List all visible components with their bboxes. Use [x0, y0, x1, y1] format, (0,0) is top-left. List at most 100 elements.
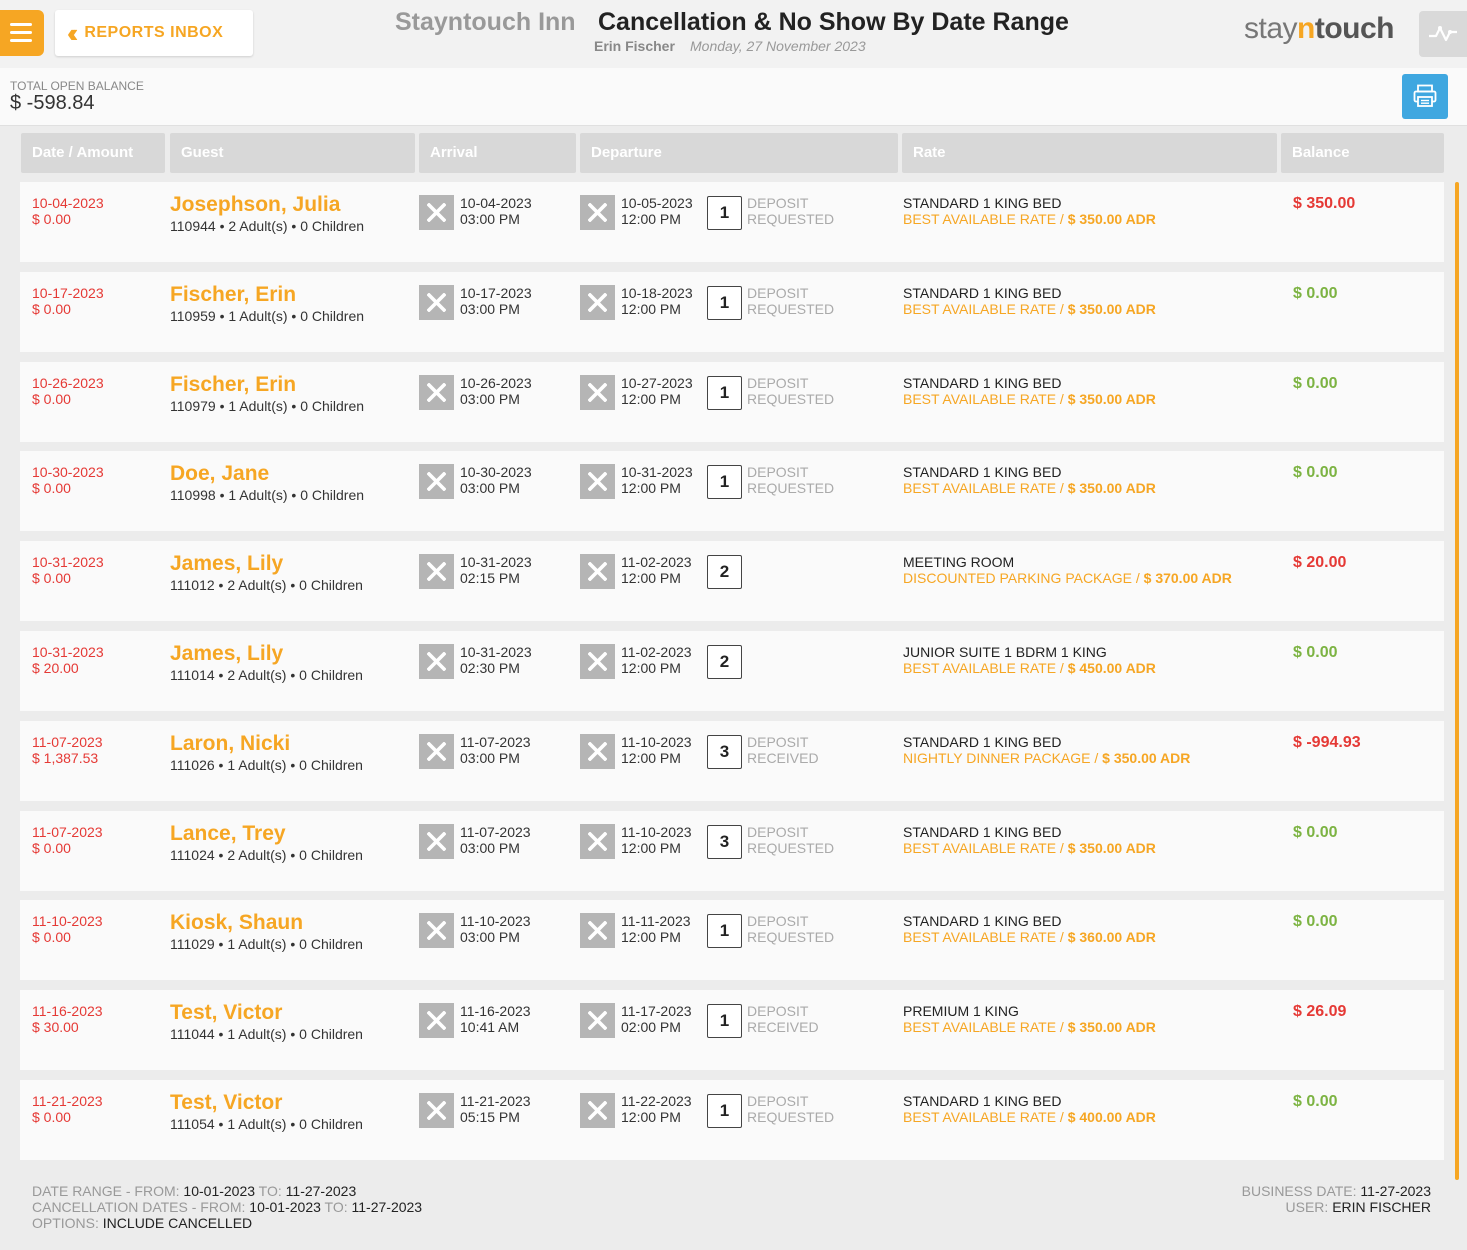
activity-icon — [1429, 26, 1457, 42]
reservation-number: 111044 — [170, 1026, 215, 1043]
guest-cell: Josephson, Julia 110944 • 2 Adult(s) • 0 … — [170, 192, 364, 234]
table-row[interactable]: 10-31-2023 $ 20.00 James, Lily 111014 • 2 A… — [20, 630, 1444, 711]
guest-name-link[interactable]: Test, Victor — [170, 1000, 363, 1026]
departure-time: 12:00 PM — [621, 839, 681, 856]
rate-adr: $ 350.00 ADR — [1067, 300, 1156, 317]
children-count: 0 Children — [299, 936, 363, 953]
close-x-icon — [580, 284, 615, 320]
reservation-number: 111012 — [170, 577, 215, 594]
table-row[interactable]: 11-16-2023 $ 30.00 Test, Victor 111044 • 1 … — [20, 990, 1444, 1071]
guest-name-link[interactable]: Josephson, Julia — [170, 192, 364, 218]
cancel-date: 10-31-2023 — [32, 643, 104, 660]
room-type: STANDARD 1 KING BED — [903, 823, 1062, 840]
guest-info: 110959 • 1 Adult(s) • 0 Children — [170, 307, 365, 324]
guest-name-link[interactable]: Fischer, Erin — [170, 372, 364, 398]
reports-inbox-button[interactable]: ‹‹ REPORTS INBOX — [55, 10, 253, 56]
column-header-date-amount[interactable]: Date / Amount — [21, 133, 165, 173]
departure-cell: 11-10-2023 12:00 PM — [621, 824, 692, 856]
deposit-status: DEPOSIT REQUESTED — [747, 284, 835, 317]
guest-name-link[interactable]: Fischer, Erin — [170, 282, 364, 308]
activity-button[interactable] — [1419, 11, 1467, 57]
rate-name: BEST AVAILABLE RATE / $ 350.00 ADR — [903, 1019, 1156, 1036]
table-row[interactable]: 10-31-2023 $ 0.00 James, Lily 111012 • 2 Ad… — [20, 541, 1444, 622]
room-type: PREMIUM 1 KING — [903, 1003, 1019, 1020]
column-header-balance[interactable]: Balance — [1281, 133, 1444, 173]
cancel-date: 11-07-2023 — [32, 823, 103, 840]
arrival-time: 05:15 PM — [460, 1108, 520, 1125]
reports-inbox-label: REPORTS INBOX — [84, 24, 224, 41]
guest-name-link[interactable]: Kiosk, Shaun — [170, 910, 363, 936]
guest-cell: Test, Victor 111054 • 1 Adult(s) • 0 Chil… — [170, 1090, 363, 1132]
departure-cell: 10-18-2023 12:00 PM — [621, 285, 693, 317]
nights-count: 1 — [707, 914, 742, 949]
guest-name-link[interactable]: Test, Victor — [170, 1090, 363, 1116]
adult-count: 2 Adult(s) — [227, 846, 287, 863]
guest-name-link[interactable]: Doe, Jane — [170, 461, 364, 487]
arrival-time: 03:00 PM — [460, 300, 520, 317]
guest-cell: Laron, Nicki 111026 • 1 Adult(s) • 0 Chil… — [170, 731, 363, 773]
deposit-status: DEPOSIT REQUESTED — [747, 195, 835, 227]
nights-count: 1 — [707, 375, 742, 410]
report-user: Erin Fischer — [594, 38, 675, 54]
print-button[interactable] — [1402, 74, 1448, 119]
table-row[interactable]: 11-21-2023 $ 0.00 Test, Victor 111054 • 1 A… — [20, 1079, 1444, 1160]
room-type: STANDARD 1 KING BED — [903, 464, 1062, 481]
close-x-icon — [419, 284, 454, 320]
children-count: 0 Children — [299, 1115, 363, 1132]
guest-name-link[interactable]: James, Lily — [170, 641, 363, 667]
total-open-balance-label: TOTAL OPEN BALANCE — [10, 79, 144, 93]
nights-count: 3 — [707, 824, 742, 859]
guest-cell: Kiosk, Shaun 111029 • 1 Adult(s) • 0 Chil… — [170, 910, 363, 952]
rate-name: NIGHTLY DINNER PACKAGE / $ 350.00 ADR — [903, 749, 1191, 766]
reservation-number: 111014 — [170, 666, 215, 683]
cancel-amount: $ 0.00 — [32, 570, 71, 587]
stayntouch-logo: stayntouch — [1244, 12, 1395, 45]
room-type: STANDARD 1 KING BED — [903, 195, 1062, 211]
column-header-arrival[interactable]: Arrival — [419, 133, 576, 173]
close-x-icon — [419, 1003, 454, 1039]
departure-time: 12:00 PM — [621, 300, 681, 317]
departure-date: 11-02-2023 — [621, 643, 692, 660]
departure-time: 12:00 PM — [621, 390, 681, 407]
reservation-number: 110944 — [170, 218, 216, 234]
table-row[interactable]: 10-04-2023 $ 0.00 Josephson, Julia 110944 •… — [20, 182, 1444, 262]
guest-name-link[interactable]: James, Lily — [170, 551, 363, 577]
guest-info: 111026 • 1 Adult(s) • 0 Children — [170, 756, 363, 773]
nights-count: 2 — [707, 644, 742, 679]
column-header-rate[interactable]: Rate — [902, 133, 1277, 173]
adult-count: 1 Adult(s) — [227, 936, 287, 953]
deposit-status: DEPOSIT REQUESTED — [747, 913, 835, 946]
children-count: 0 Children — [299, 756, 363, 773]
arrival-cell: 10-30-2023 03:00 PM — [460, 464, 532, 496]
cancel-date-amount: 10-17-2023 $ 0.00 — [32, 285, 104, 317]
cancel-amount: $ 0.00 — [32, 300, 71, 317]
arrival-time: 10:41 AM — [460, 1019, 520, 1036]
rate-adr: $ 450.00 ADR — [1067, 659, 1156, 676]
column-header-guest[interactable]: Guest — [170, 133, 415, 173]
guest-cell: Doe, Jane 110998 • 1 Adult(s) • 0 Childre… — [170, 461, 364, 503]
guest-info: 110944 • 2 Adult(s) • 0 Children — [170, 218, 365, 234]
children-count: 0 Children — [299, 1026, 363, 1043]
scrollbar[interactable] — [1455, 182, 1459, 1180]
table-row[interactable]: 10-30-2023 $ 0.00 Doe, Jane 110998 • 1 Adul… — [20, 451, 1444, 532]
balance-value: $ 0.00 — [1293, 823, 1338, 841]
column-header-departure[interactable]: Departure — [580, 133, 898, 173]
table-row[interactable]: 10-17-2023 $ 0.00 Fischer, Erin 110959 • 1 … — [20, 271, 1444, 352]
menu-button[interactable] — [0, 10, 44, 56]
guest-name-link[interactable]: Lance, Trey — [170, 821, 363, 847]
table-row[interactable]: 11-10-2023 $ 0.00 Kiosk, Shaun 111029 • 1 A… — [20, 900, 1444, 981]
adult-count: 2 Adult(s) — [228, 218, 288, 234]
table-row[interactable]: 11-07-2023 $ 1,387.53 Laron, Nicki 111026 •… — [20, 720, 1444, 801]
departure-time: 12:00 PM — [621, 211, 681, 227]
arrival-cell: 11-07-2023 03:00 PM — [460, 734, 531, 766]
table-row[interactable]: 10-26-2023 $ 0.00 Fischer, Erin 110979 • 1 … — [20, 361, 1444, 442]
rate-name: BEST AVAILABLE RATE / $ 400.00 ADR — [903, 1108, 1156, 1125]
departure-cell: 10-31-2023 12:00 PM — [621, 464, 693, 496]
children-count: 0 Children — [300, 307, 365, 324]
cancel-date-amount: 10-31-2023 $ 20.00 — [32, 644, 104, 676]
table-row[interactable]: 11-07-2023 $ 0.00 Lance, Trey 111024 • 2 Ad… — [20, 810, 1444, 891]
guest-name-link[interactable]: Laron, Nicki — [170, 731, 363, 757]
departure-cell: 10-27-2023 12:00 PM — [621, 375, 693, 407]
cancel-date: 11-07-2023 — [32, 733, 103, 750]
departure-cell: 11-22-2023 12:00 PM — [621, 1093, 692, 1125]
